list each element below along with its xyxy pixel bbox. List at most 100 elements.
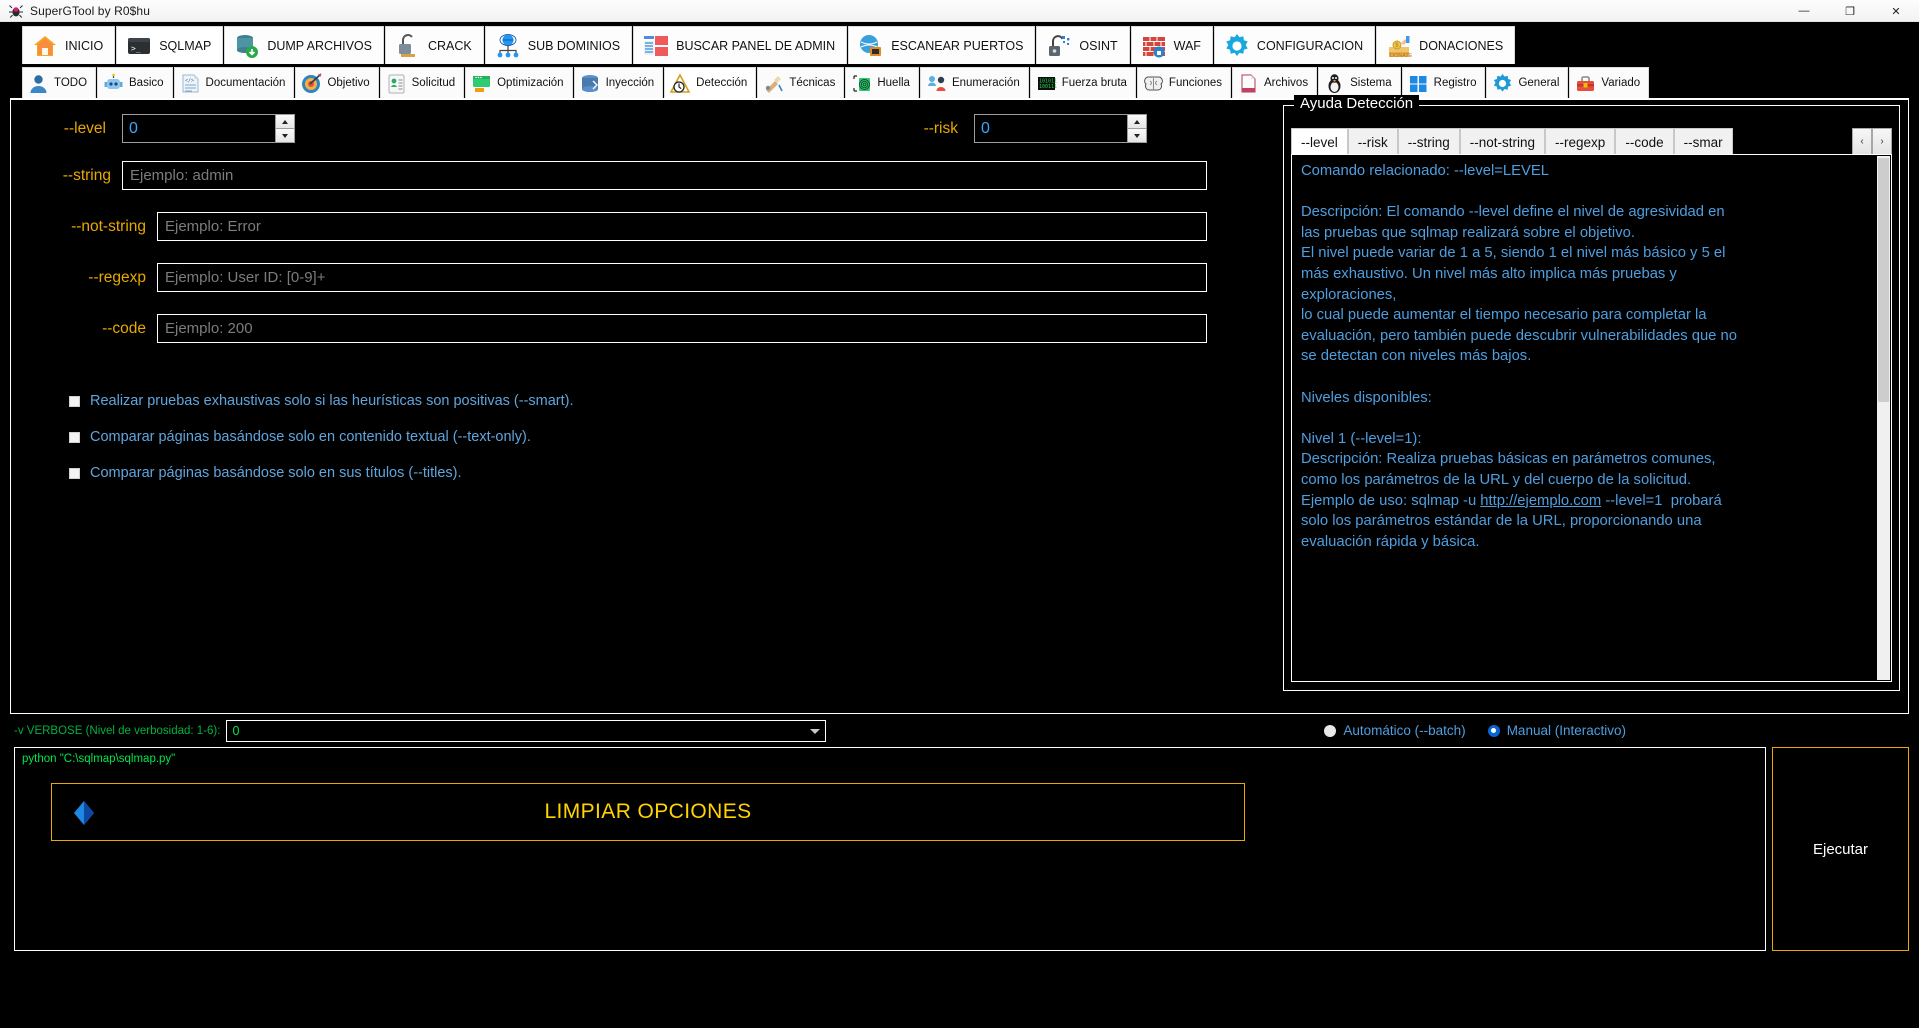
sub-tab-basico[interactable]: Basico bbox=[97, 67, 173, 98]
detection-form: --level --risk --string --n bbox=[11, 100, 1259, 713]
not-string-input[interactable] bbox=[157, 212, 1207, 241]
checkbox-titles-box[interactable] bbox=[69, 467, 80, 479]
sub-tab-sistema[interactable]: Sistema bbox=[1318, 67, 1401, 98]
help-tab-bar: --level --risk --string --not-string --r… bbox=[1291, 128, 1892, 155]
sub-tab-registro[interactable]: Registro bbox=[1401, 67, 1486, 98]
sub-tab-label: Fuerza bruta bbox=[1061, 77, 1127, 89]
sub-tab-label: Funciones bbox=[1168, 77, 1222, 89]
execute-button[interactable]: Ejecutar bbox=[1772, 747, 1909, 951]
window-controls: — ❐ ✕ bbox=[1781, 0, 1919, 22]
code-label: --code bbox=[102, 319, 146, 337]
window-title: SuperGTool by R0$hu bbox=[30, 3, 150, 18]
sub-tab-funciones[interactable]: Funciones bbox=[1136, 67, 1231, 98]
checkbox-text-only-box[interactable] bbox=[69, 431, 80, 443]
help-tab-next-button[interactable]: › bbox=[1872, 128, 1892, 155]
main-tab-sqlmap[interactable]: >_ SQLMAP bbox=[116, 26, 224, 64]
clear-options-button[interactable]: LIMPIAR OPCIONES bbox=[51, 783, 1245, 841]
help-tab-prev-button[interactable]: ‹ bbox=[1852, 128, 1872, 155]
checkbox-smart[interactable]: Realizar pruebas exhaustivas solo si las… bbox=[69, 393, 1259, 409]
help-tab-level[interactable]: --level bbox=[1291, 128, 1348, 155]
risk-stepper-buttons[interactable] bbox=[1128, 114, 1147, 143]
help-tab-smart[interactable]: --smar bbox=[1673, 128, 1733, 155]
help-content-area[interactable]: Comando relacionado: --level=LEVEL Descr… bbox=[1291, 154, 1892, 682]
level-stepper-buttons[interactable] bbox=[276, 114, 295, 143]
command-console[interactable]: python "C:\sqlmap\sqlmap.py" bbox=[14, 747, 1766, 951]
main-tab-crack[interactable]: CRACK bbox=[384, 26, 484, 64]
main-tab-bar: INICIO >_ SQLMAP DUMP ARCHIVOS CRACK SUB… bbox=[0, 22, 1919, 64]
main-tab-sub-dominios[interactable]: SUB DOMINIOS bbox=[484, 26, 633, 64]
risk-decrement-button[interactable] bbox=[1128, 128, 1147, 143]
home-icon bbox=[32, 33, 58, 59]
level-input[interactable] bbox=[122, 114, 276, 143]
level-decrement-button[interactable] bbox=[276, 128, 295, 143]
main-tab-label: DUMP ARCHIVOS bbox=[267, 38, 372, 53]
code-input[interactable] bbox=[157, 314, 1207, 343]
minimize-button[interactable]: — bbox=[1781, 0, 1827, 22]
sub-tab-solicitud[interactable]: Solicitud bbox=[379, 67, 465, 98]
main-tab-osint[interactable]: OSINT bbox=[1036, 26, 1130, 64]
sub-tab-inyeccion[interactable]: Inyección bbox=[573, 67, 664, 98]
help-tab-regexp[interactable]: --regexp bbox=[1545, 128, 1616, 155]
radio-automatico-dot[interactable] bbox=[1324, 724, 1337, 737]
close-button[interactable]: ✕ bbox=[1873, 0, 1919, 22]
regexp-input[interactable] bbox=[157, 263, 1207, 292]
help-tab-risk[interactable]: --risk bbox=[1347, 128, 1398, 155]
execution-mode-group: Automático (--batch) Manual (Interactivo… bbox=[1324, 723, 1626, 738]
radio-manual[interactable]: Manual (Interactivo) bbox=[1487, 723, 1626, 738]
sub-tab-deteccion[interactable]: Detección bbox=[664, 67, 757, 98]
checkbox-titles[interactable]: Comparar páginas basándose solo en sus t… bbox=[69, 465, 1259, 481]
sub-tab-label: Sistema bbox=[1350, 77, 1392, 89]
radio-manual-label: Manual (Interactivo) bbox=[1506, 723, 1626, 738]
main-tab-inicio[interactable]: INICIO bbox=[22, 26, 116, 64]
main-tab-dump-archivos[interactable]: DUMP ARCHIVOS bbox=[224, 26, 384, 64]
checkbox-smart-box[interactable] bbox=[69, 395, 80, 407]
not-string-label: --not-string bbox=[71, 217, 146, 235]
sub-tab-label: Objetivo bbox=[327, 77, 370, 89]
brain-icon bbox=[1143, 73, 1164, 94]
level-increment-button[interactable] bbox=[276, 114, 295, 128]
sub-tab-documentacion[interactable]: </> Documentación bbox=[173, 67, 295, 98]
radio-automatico[interactable]: Automático (--batch) bbox=[1324, 723, 1466, 738]
risk-increment-button[interactable] bbox=[1128, 114, 1147, 128]
main-tab-label: SUB DOMINIOS bbox=[527, 38, 621, 53]
main-tab-waf[interactable]: WAF bbox=[1130, 26, 1213, 64]
help-tab-not-string[interactable]: --not-string bbox=[1459, 128, 1546, 155]
sub-tab-objetivo[interactable]: Objetivo bbox=[295, 67, 379, 98]
level-stepper[interactable] bbox=[122, 114, 295, 143]
checkbox-text-only[interactable]: Comparar páginas basándose solo en conte… bbox=[69, 429, 1259, 445]
help-tab-string[interactable]: --string bbox=[1397, 128, 1460, 155]
network-globe-icon bbox=[495, 33, 521, 59]
robot-icon bbox=[103, 73, 124, 94]
main-tab-configuracion[interactable]: CONFIGURACION bbox=[1213, 26, 1376, 64]
sub-tab-optimizacion[interactable]: Optimización bbox=[465, 67, 573, 98]
sub-tab-tecnicas[interactable]: Técnicas bbox=[757, 67, 845, 98]
help-example-link[interactable]: http://ejemplo.com bbox=[1480, 493, 1601, 509]
sub-tab-fuerza-bruta[interactable]: 101011 100111 Fuerza bruta bbox=[1029, 67, 1136, 98]
sub-tab-enumeracion[interactable]: Enumeración bbox=[919, 67, 1029, 98]
main-tab-label: DONACIONES bbox=[1419, 38, 1504, 53]
main-tab-label: BUSCAR PANEL DE ADMIN bbox=[676, 38, 836, 53]
main-tab-donaciones[interactable]: DONATE $ DONACIONES bbox=[1376, 26, 1516, 64]
verbose-select[interactable]: 0 bbox=[226, 719, 827, 742]
chevron-down-icon bbox=[810, 728, 821, 734]
tools-icon bbox=[763, 73, 784, 94]
help-scrollbar[interactable] bbox=[1877, 156, 1890, 680]
sub-tab-general[interactable]: General bbox=[1486, 67, 1569, 98]
help-tab-label: --level bbox=[1301, 134, 1338, 150]
main-tab-label: OSINT bbox=[1079, 38, 1118, 53]
sub-tab-label: TODO bbox=[54, 77, 88, 89]
sub-tab-label: Detección bbox=[696, 77, 748, 89]
main-tab-escanear-puertos[interactable]: ESCANEAR PUERTOS bbox=[848, 26, 1036, 64]
sub-tab-todo[interactable]: TODO bbox=[22, 67, 97, 98]
sub-tab-huella[interactable]: Huella bbox=[845, 67, 919, 98]
sub-tab-variado[interactable]: Variado bbox=[1569, 67, 1650, 98]
radio-manual-dot[interactable] bbox=[1487, 724, 1500, 737]
help-scrollbar-thumb[interactable] bbox=[1878, 158, 1889, 402]
main-tab-buscar-panel-admin[interactable]: BUSCAR PANEL DE ADMIN bbox=[633, 26, 848, 64]
string-input[interactable] bbox=[122, 161, 1207, 190]
help-tab-code[interactable]: --code bbox=[1615, 128, 1674, 155]
risk-stepper[interactable] bbox=[974, 114, 1147, 143]
risk-input[interactable] bbox=[974, 114, 1128, 143]
maximize-button[interactable]: ❐ bbox=[1827, 0, 1873, 22]
sub-tab-archivos[interactable]: Archivos bbox=[1231, 67, 1318, 98]
